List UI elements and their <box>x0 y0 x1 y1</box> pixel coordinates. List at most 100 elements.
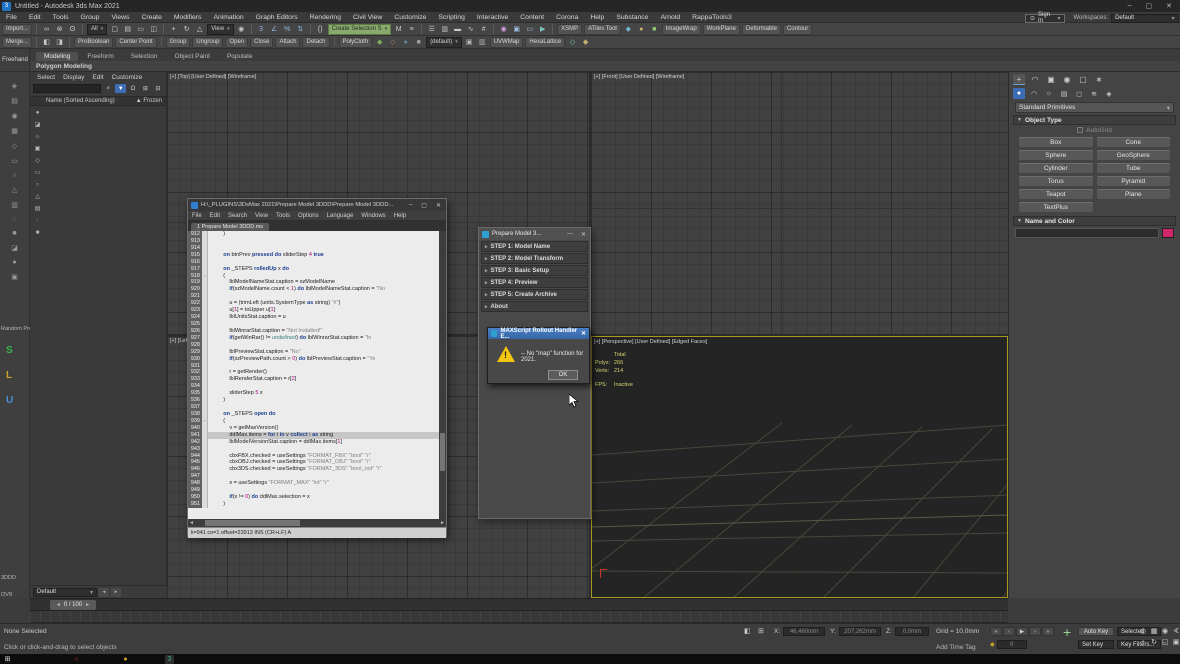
code-line[interactable]: 945 cbxOBJ.checked = useSettings "FORMAT… <box>188 459 446 467</box>
left-tool-icon-13[interactable]: ● <box>12 259 16 266</box>
code-line[interactable]: 931 <box>188 362 446 370</box>
key-mode-icon[interactable]: ◆ <box>990 641 995 648</box>
rollout-header[interactable]: ▸ STEP 4: Preview <box>481 277 588 288</box>
snap-toggle-3d-icon[interactable]: 3 <box>256 24 267 35</box>
tab-display-icon[interactable]: ▢ <box>1077 74 1089 85</box>
explorer-cameras-icon[interactable]: ▭ <box>32 168 43 177</box>
left-tool-icon-11[interactable]: ■ <box>12 230 16 237</box>
left-tool-icon-7[interactable]: ○ <box>12 172 16 179</box>
code-line[interactable]: 923 u[1] = toUpper u[1] <box>188 307 446 315</box>
code-line[interactable]: 942 lblModelVersionStat.caption = ddlMax… <box>188 438 446 446</box>
spinner-snap-icon[interactable]: ⇅ <box>295 24 306 35</box>
scroll-right-icon[interactable]: ► <box>439 520 446 526</box>
primitive-button[interactable]: Sphere <box>1019 150 1093 160</box>
left-tool-icon-6[interactable]: ▭ <box>11 157 18 165</box>
add-container-icon[interactable]: ⊞ <box>140 84 150 93</box>
primitive-button[interactable]: Cone <box>1096 137 1170 147</box>
code-line[interactable]: 915 on btnPrev pressed do sliderStep 4 t… <box>188 251 446 259</box>
sign-in-button[interactable]: ⊙ Sign In ▾ <box>1025 12 1066 24</box>
windows-start-icon[interactable]: ⊞ <box>3 655 12 664</box>
menu-item[interactable]: RappaTools3 <box>686 14 738 21</box>
select-by-name-icon[interactable]: ▤ <box>122 24 133 35</box>
column-name[interactable]: Name (Sorted Ascending) <box>46 98 115 104</box>
go-to-end-icon[interactable]: » <box>1042 627 1054 636</box>
explorer-layers-icon[interactable]: ◪ <box>32 120 43 129</box>
next-frame-icon[interactable]: ► <box>85 602 90 608</box>
explorer-lights-icon[interactable]: ☼ <box>32 132 43 141</box>
primitive-button[interactable]: Plane <box>1096 189 1170 199</box>
menu-item[interactable]: Graph Editors <box>250 14 304 21</box>
category-geometry-icon[interactable]: ● <box>1013 88 1025 99</box>
ungroup-button[interactable]: Ungroup <box>192 36 224 48</box>
y-coordinate-field[interactable]: 207,262mm <box>839 627 881 636</box>
vertical-scrollbar[interactable] <box>439 231 446 519</box>
state-set-dropdown[interactable]: Default ▾ <box>33 587 97 597</box>
rollout-header[interactable]: ▸ STEP 3: Basic Setup <box>481 265 588 276</box>
viewport-top-label[interactable]: [+] [Top] [User Defined] [Wireframe] <box>170 74 256 80</box>
plugin-u-icon[interactable]: U <box>6 395 13 406</box>
scrollbar-thumb[interactable] <box>205 520 300 526</box>
rendered-frame-window-icon[interactable]: ▭ <box>524 24 535 35</box>
bind-to-space-warp-icon[interactable]: ʘ <box>67 24 78 35</box>
reference-coordinate-dropdown[interactable]: View <box>207 23 234 35</box>
selection-filter-dropdown[interactable]: All <box>87 23 108 35</box>
toggle-ribbon-icon[interactable]: ▬ <box>452 24 463 35</box>
code-line[interactable]: 930 if(szPreviewPath.count > 0) do lblPr… <box>188 355 446 363</box>
plugin-s-icon[interactable]: S <box>6 345 13 356</box>
current-frame-field[interactable]: 0 <box>996 640 1027 649</box>
menu-item[interactable]: Arnold <box>654 14 686 21</box>
code-line[interactable]: 916 <box>188 258 446 266</box>
left-tool-icon-9[interactable]: ▥ <box>11 201 18 209</box>
snaps-toggle-icon[interactable]: ◨ <box>54 37 65 48</box>
code-line[interactable]: 932 r = getRender() <box>188 369 446 377</box>
explorer-search-input[interactable] <box>33 84 102 93</box>
explorer-menu-item[interactable]: Customize <box>109 74 146 81</box>
left-tool-icon-12[interactable]: ◪ <box>11 244 18 252</box>
minimize-button[interactable]: — <box>567 231 573 238</box>
menu-item[interactable]: Modifiers <box>168 14 208 21</box>
remove-container-icon[interactable]: ⊟ <box>153 84 163 93</box>
code-line[interactable]: 912 ) <box>188 231 446 238</box>
ribbon-tab[interactable]: Object Paint <box>167 52 218 61</box>
code-line[interactable]: 920 if(szModelName.count < 1) do lblMode… <box>188 286 446 294</box>
proboolean-button[interactable]: ProBoolean <box>74 36 114 48</box>
scroll-left-icon[interactable]: ◄ <box>188 520 195 526</box>
menu-item[interactable]: Help <box>584 14 610 21</box>
primitive-button[interactable]: GeoSphere <box>1096 150 1170 160</box>
app-icon[interactable]: ● <box>121 655 130 664</box>
tab-utilities-icon[interactable]: ∗ <box>1093 74 1105 85</box>
menu-item[interactable]: Views <box>105 14 135 21</box>
primitive-button[interactable]: Tube <box>1096 163 1170 173</box>
code-line[interactable]: 927 if(getWinRar() != undefined) do lblW… <box>188 334 446 342</box>
selection-lock-icon[interactable]: ◧ <box>41 37 52 48</box>
autogrid-checkbox[interactable] <box>1077 127 1084 133</box>
code-line[interactable]: 933 lblRenderStat.caption = r[2] <box>188 376 446 384</box>
explorer-menu-item[interactable]: Edit <box>89 74 106 81</box>
code-line[interactable]: 919 lblModelNameStat.caption = szModelNa… <box>188 279 446 287</box>
editor-titlebar[interactable]: H:\_PLUGINS\3DsMax 2021\Prepare Model 3D… <box>188 199 446 211</box>
menu-item[interactable]: Interactive <box>471 14 514 21</box>
render-production-icon[interactable]: ▶ <box>537 24 548 35</box>
rollout-header[interactable]: ▸ STEP 5: Create Archive <box>481 289 588 300</box>
menu-item[interactable]: Substance <box>610 14 654 21</box>
code-area[interactable]: 912 ) 913 914 915 on btnPrev pressed do sli… <box>188 231 446 519</box>
editor-menu-item[interactable]: Tools <box>272 213 294 219</box>
code-line[interactable]: 946 cbx3DS.checked = useSettings "FORMAT… <box>188 466 446 474</box>
menu-item[interactable]: Scripting <box>432 14 470 21</box>
menu-item[interactable]: Corona <box>550 14 584 21</box>
code-line[interactable]: 918 ▫ ( <box>188 272 446 280</box>
object-color-swatch[interactable] <box>1162 228 1174 238</box>
material-library-dropdown[interactable]: (default) <box>426 36 462 48</box>
workspace-dropdown[interactable]: Default ▾ <box>1111 13 1179 23</box>
time-slider[interactable]: ◄ 0 / 100 ► <box>50 600 96 610</box>
viewport-front-label[interactable]: [+] [Front] [User Defined] [Wireframe] <box>594 74 684 80</box>
mirror-icon[interactable]: M <box>393 24 404 35</box>
rollout-header[interactable]: ▸ About <box>481 301 588 312</box>
editor-menu-item[interactable]: Edit <box>206 213 224 219</box>
primitive-button[interactable]: Teapot <box>1019 189 1093 199</box>
explorer-containers-icon[interactable]: ■ <box>32 228 43 237</box>
field-of-view-icon[interactable]: ∢ <box>1171 626 1180 636</box>
explorer-helpers-icon[interactable]: ○ <box>32 180 43 189</box>
ribbon-tab[interactable]: Populate <box>219 52 261 61</box>
code-line[interactable]: 935 sliderStep 5 x <box>188 390 446 398</box>
